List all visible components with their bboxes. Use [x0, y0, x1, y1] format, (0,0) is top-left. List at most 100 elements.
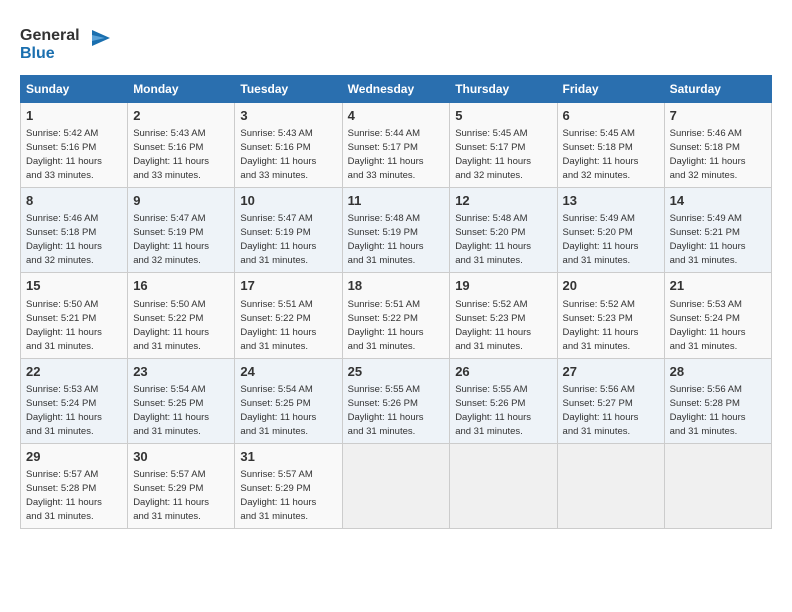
day-number: 26 [455, 363, 551, 381]
logo-svg: General Blue [20, 20, 110, 65]
day-number: 6 [563, 107, 659, 125]
calendar-cell: 30 Sunrise: 5:57 AMSunset: 5:29 PMDayligh… [128, 443, 235, 528]
day-number: 4 [348, 107, 445, 125]
day-info: Sunrise: 5:50 AMSunset: 5:22 PMDaylight:… [133, 299, 209, 352]
day-info: Sunrise: 5:46 AMSunset: 5:18 PMDaylight:… [670, 128, 746, 181]
calendar-cell: 29 Sunrise: 5:57 AMSunset: 5:28 PMDayligh… [21, 443, 128, 528]
calendar-cell: 3 Sunrise: 5:43 AMSunset: 5:16 PMDaylight… [235, 103, 342, 188]
calendar-cell: 4 Sunrise: 5:44 AMSunset: 5:17 PMDaylight… [342, 103, 450, 188]
day-number: 28 [670, 363, 766, 381]
day-number: 8 [26, 192, 122, 210]
calendar-cell: 1 Sunrise: 5:42 AMSunset: 5:16 PMDaylight… [21, 103, 128, 188]
day-info: Sunrise: 5:43 AMSunset: 5:16 PMDaylight:… [240, 128, 316, 181]
calendar-cell: 22Sunrise: 5:53 AMSunset: 5:24 PMDayligh… [21, 358, 128, 443]
week-row-3: 15 Sunrise: 5:50 AMSunset: 5:21 PMDayligh… [21, 273, 772, 358]
calendar-cell: 23Sunrise: 5:54 AMSunset: 5:25 PMDayligh… [128, 358, 235, 443]
calendar-cell: 21Sunrise: 5:53 AMSunset: 5:24 PMDayligh… [664, 273, 771, 358]
calendar-cell: 26 Sunrise: 5:55 AMSunset: 5:26 PMDayligh… [450, 358, 557, 443]
day-info: Sunrise: 5:57 AMSunset: 5:29 PMDaylight:… [240, 469, 316, 522]
day-info: Sunrise: 5:48 AMSunset: 5:19 PMDaylight:… [348, 213, 424, 266]
calendar-cell [557, 443, 664, 528]
day-number: 16 [133, 277, 229, 295]
calendar-cell: 20Sunrise: 5:52 AMSunset: 5:23 PMDayligh… [557, 273, 664, 358]
calendar-cell: 13Sunrise: 5:49 AMSunset: 5:20 PMDayligh… [557, 188, 664, 273]
calendar-cell [342, 443, 450, 528]
day-number: 25 [348, 363, 445, 381]
calendar-cell [450, 443, 557, 528]
calendar-cell: 15 Sunrise: 5:50 AMSunset: 5:21 PMDayligh… [21, 273, 128, 358]
day-info: Sunrise: 5:55 AMSunset: 5:26 PMDaylight:… [455, 384, 531, 437]
calendar-cell [664, 443, 771, 528]
day-number: 30 [133, 448, 229, 466]
header-tuesday: Tuesday [235, 76, 342, 103]
day-info: Sunrise: 5:45 AMSunset: 5:18 PMDaylight:… [563, 128, 639, 181]
calendar-cell: 27Sunrise: 5:56 AMSunset: 5:27 PMDayligh… [557, 358, 664, 443]
day-info: Sunrise: 5:42 AMSunset: 5:16 PMDaylight:… [26, 128, 102, 181]
svg-text:Blue: Blue [20, 45, 55, 62]
day-number: 29 [26, 448, 122, 466]
day-info: Sunrise: 5:47 AMSunset: 5:19 PMDaylight:… [133, 213, 209, 266]
logo: General Blue [20, 20, 110, 65]
day-info: Sunrise: 5:43 AMSunset: 5:16 PMDaylight:… [133, 128, 209, 181]
day-number: 19 [455, 277, 551, 295]
header-friday: Friday [557, 76, 664, 103]
calendar-cell: 9 Sunrise: 5:47 AMSunset: 5:19 PMDaylight… [128, 188, 235, 273]
day-number: 2 [133, 107, 229, 125]
header-sunday: Sunday [21, 76, 128, 103]
day-number: 9 [133, 192, 229, 210]
day-number: 11 [348, 192, 445, 210]
calendar-cell: 6 Sunrise: 5:45 AMSunset: 5:18 PMDaylight… [557, 103, 664, 188]
calendar-cell: 8 Sunrise: 5:46 AMSunset: 5:18 PMDaylight… [21, 188, 128, 273]
week-row-1: 1 Sunrise: 5:42 AMSunset: 5:16 PMDaylight… [21, 103, 772, 188]
day-info: Sunrise: 5:51 AMSunset: 5:22 PMDaylight:… [240, 299, 316, 352]
calendar-cell: 11 Sunrise: 5:48 AMSunset: 5:19 PMDayligh… [342, 188, 450, 273]
day-number: 13 [563, 192, 659, 210]
day-number: 18 [348, 277, 445, 295]
svg-text:General: General [20, 27, 80, 44]
day-number: 31 [240, 448, 336, 466]
day-info: Sunrise: 5:52 AMSunset: 5:23 PMDaylight:… [455, 299, 531, 352]
calendar-cell: 17 Sunrise: 5:51 AMSunset: 5:22 PMDayligh… [235, 273, 342, 358]
day-number: 15 [26, 277, 122, 295]
day-info: Sunrise: 5:53 AMSunset: 5:24 PMDaylight:… [26, 384, 102, 437]
day-info: Sunrise: 5:53 AMSunset: 5:24 PMDaylight:… [670, 299, 746, 352]
week-row-2: 8 Sunrise: 5:46 AMSunset: 5:18 PMDaylight… [21, 188, 772, 273]
header-saturday: Saturday [664, 76, 771, 103]
day-info: Sunrise: 5:44 AMSunset: 5:17 PMDaylight:… [348, 128, 424, 181]
calendar-cell: 31 Sunrise: 5:57 AMSunset: 5:29 PMDayligh… [235, 443, 342, 528]
calendar-cell: 14Sunrise: 5:49 AMSunset: 5:21 PMDayligh… [664, 188, 771, 273]
day-info: Sunrise: 5:48 AMSunset: 5:20 PMDaylight:… [455, 213, 531, 266]
header-monday: Monday [128, 76, 235, 103]
day-info: Sunrise: 5:51 AMSunset: 5:22 PMDaylight:… [348, 299, 424, 352]
day-info: Sunrise: 5:55 AMSunset: 5:26 PMDaylight:… [348, 384, 424, 437]
calendar-cell: 19 Sunrise: 5:52 AMSunset: 5:23 PMDayligh… [450, 273, 557, 358]
calendar-cell: 2 Sunrise: 5:43 AMSunset: 5:16 PMDaylight… [128, 103, 235, 188]
day-number: 23 [133, 363, 229, 381]
day-number: 5 [455, 107, 551, 125]
day-number: 10 [240, 192, 336, 210]
header-thursday: Thursday [450, 76, 557, 103]
day-info: Sunrise: 5:46 AMSunset: 5:18 PMDaylight:… [26, 213, 102, 266]
calendar-table: SundayMondayTuesdayWednesdayThursdayFrid… [20, 75, 772, 529]
day-number: 1 [26, 107, 122, 125]
day-info: Sunrise: 5:56 AMSunset: 5:27 PMDaylight:… [563, 384, 639, 437]
week-row-5: 29 Sunrise: 5:57 AMSunset: 5:28 PMDayligh… [21, 443, 772, 528]
day-number: 3 [240, 107, 336, 125]
header-wednesday: Wednesday [342, 76, 450, 103]
day-number: 24 [240, 363, 336, 381]
day-info: Sunrise: 5:50 AMSunset: 5:21 PMDaylight:… [26, 299, 102, 352]
calendar-cell: 5 Sunrise: 5:45 AMSunset: 5:17 PMDaylight… [450, 103, 557, 188]
day-number: 7 [670, 107, 766, 125]
day-info: Sunrise: 5:45 AMSunset: 5:17 PMDaylight:… [455, 128, 531, 181]
calendar-cell: 16 Sunrise: 5:50 AMSunset: 5:22 PMDayligh… [128, 273, 235, 358]
calendar-cell: 28 Sunrise: 5:56 AMSunset: 5:28 PMDayligh… [664, 358, 771, 443]
day-number: 17 [240, 277, 336, 295]
day-info: Sunrise: 5:54 AMSunset: 5:25 PMDaylight:… [240, 384, 316, 437]
day-info: Sunrise: 5:56 AMSunset: 5:28 PMDaylight:… [670, 384, 746, 437]
header: General Blue [20, 20, 772, 65]
day-number: 12 [455, 192, 551, 210]
day-info: Sunrise: 5:57 AMSunset: 5:28 PMDaylight:… [26, 469, 102, 522]
day-info: Sunrise: 5:57 AMSunset: 5:29 PMDaylight:… [133, 469, 209, 522]
day-info: Sunrise: 5:47 AMSunset: 5:19 PMDaylight:… [240, 213, 316, 266]
calendar-cell: 24 Sunrise: 5:54 AMSunset: 5:25 PMDayligh… [235, 358, 342, 443]
